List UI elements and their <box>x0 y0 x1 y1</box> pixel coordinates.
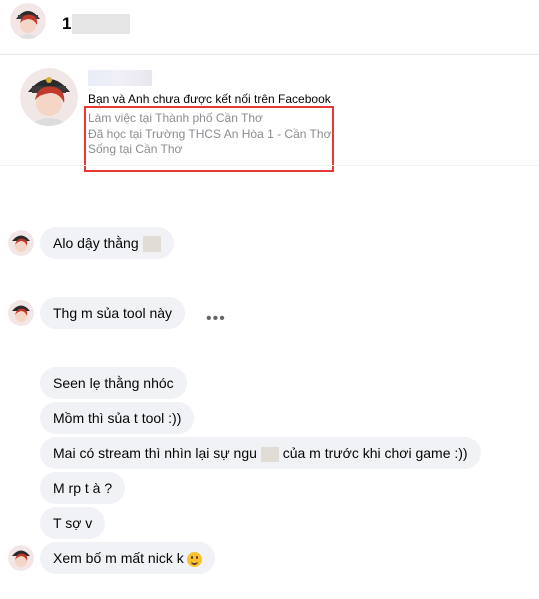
conversation-title: 1 <box>62 14 72 33</box>
highlight-box <box>84 106 334 172</box>
message-bubble[interactable]: Mai có stream thì nhìn lại sự ngu của m … <box>40 437 481 469</box>
user-avatar-icon <box>8 300 34 326</box>
sender-avatar[interactable] <box>8 545 34 571</box>
message-text: T sợ v <box>53 515 93 531</box>
profile-divider <box>0 165 539 166</box>
user-avatar-icon <box>10 3 46 39</box>
sender-avatar[interactable] <box>8 230 34 256</box>
message-text: của m trước khi chơi game :)) <box>282 445 468 461</box>
message-bubble[interactable]: T sợ v <box>40 507 106 539</box>
header-avatar[interactable] <box>10 3 46 39</box>
redacted-profile-name <box>88 70 152 86</box>
message-text: Xem bố m mất nick k <box>53 550 184 566</box>
message-bubble[interactable]: Mồm thì sủa t tool :)) <box>40 402 195 434</box>
redacted-text <box>142 236 161 253</box>
message-bubble[interactable]: Seen lẹ thằng nhóc <box>40 367 187 399</box>
smile-emoji-icon <box>186 551 202 567</box>
user-avatar-icon <box>8 230 34 256</box>
message-bubble[interactable]: Thg m sủa tool này <box>40 297 186 329</box>
profile-avatar[interactable] <box>20 68 78 126</box>
message-text: Alo dậy thằng <box>53 235 139 251</box>
redacted-text <box>260 446 279 462</box>
redacted-name <box>72 14 130 34</box>
message-text: Seen lẹ thằng nhóc <box>53 375 174 391</box>
connection-status: Bạn và Anh chưa được kết nối trên Facebo… <box>88 92 331 106</box>
message-text: Mồm thì sủa t tool :)) <box>53 410 182 426</box>
sender-avatar[interactable] <box>8 300 34 326</box>
message-bubble[interactable]: Alo dậy thằng <box>40 227 174 259</box>
more-options-icon[interactable]: ••• <box>206 310 226 328</box>
message-text: Mai có stream thì nhìn lại sự ngu <box>53 445 257 461</box>
message-text: M rp t à ? <box>53 480 113 496</box>
message-text: Thg m sủa tool này <box>53 305 173 321</box>
user-avatar-icon <box>8 545 34 571</box>
message-bubble[interactable]: Xem bố m mất nick k <box>40 542 215 574</box>
profile-picture-icon <box>20 68 78 126</box>
message-bubble[interactable]: M rp t à ? <box>40 472 126 504</box>
header-divider <box>0 54 539 55</box>
